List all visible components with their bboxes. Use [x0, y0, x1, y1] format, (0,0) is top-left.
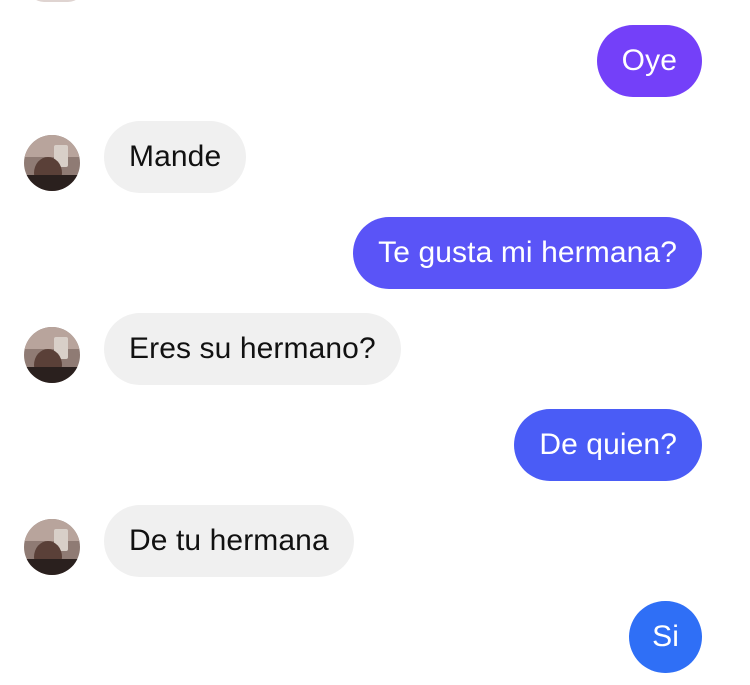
profile-photo-avatar-icon	[24, 327, 80, 383]
previous-message-partial	[28, 0, 178, 4]
incoming-message-bubble[interactable]: Eres su hermano?	[104, 313, 401, 385]
message-text: Oye	[621, 44, 677, 77]
profile-photo-avatar-icon	[24, 135, 80, 191]
profile-photo-avatar-icon	[24, 519, 80, 575]
incoming-message-bubble[interactable]: De tu hermana	[104, 505, 354, 577]
message-row-outgoing: Si	[0, 601, 750, 673]
contact-avatar[interactable]	[24, 519, 80, 575]
message-row-incoming: De tu hermana	[0, 505, 750, 577]
outgoing-message-bubble[interactable]: Te gusta mi hermana?	[353, 217, 702, 289]
message-text: Eres su hermano?	[129, 332, 376, 365]
message-row-incoming: Eres su hermano?	[0, 313, 750, 385]
message-row-incoming: Mande	[0, 121, 750, 193]
contact-avatar[interactable]	[24, 135, 80, 191]
message-text: Te gusta mi hermana?	[378, 236, 677, 269]
previous-avatar-partial	[28, 0, 84, 2]
message-text: De tu hermana	[129, 524, 329, 557]
message-row-outgoing: De quien?	[0, 409, 750, 481]
message-text: De quien?	[539, 428, 677, 461]
message-row-outgoing: Te gusta mi hermana?	[0, 217, 750, 289]
incoming-message-bubble[interactable]: Mande	[104, 121, 247, 193]
message-text: Si	[652, 620, 679, 653]
outgoing-message-bubble[interactable]: De quien?	[514, 409, 702, 481]
contact-avatar[interactable]	[24, 327, 80, 383]
outgoing-message-bubble[interactable]: Si	[629, 601, 702, 673]
outgoing-message-bubble[interactable]: Oye	[596, 25, 702, 97]
message-text: Mande	[129, 140, 222, 173]
message-row-outgoing: Oye	[0, 25, 750, 97]
